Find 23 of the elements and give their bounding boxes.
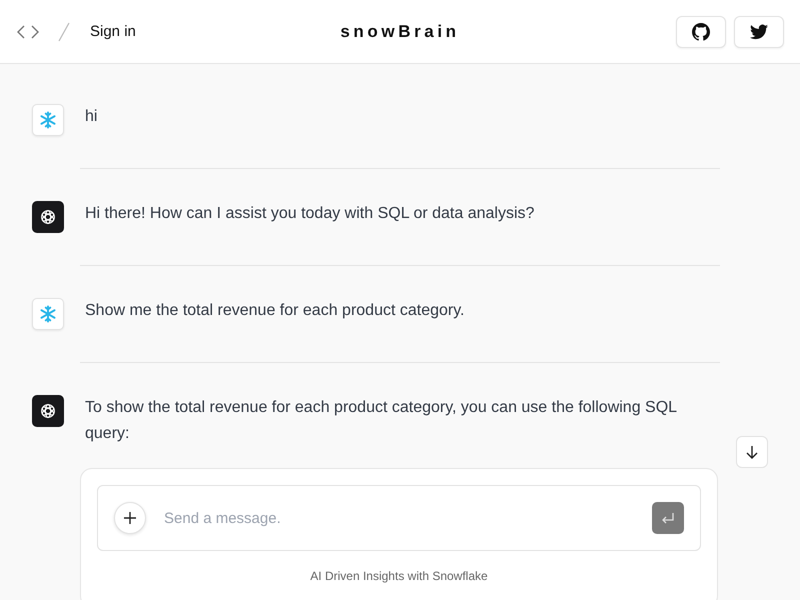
message-text: hi <box>85 107 98 127</box>
assistant-avatar-icon <box>32 201 64 233</box>
github-button[interactable] <box>676 16 726 48</box>
bird-icon <box>750 24 768 40</box>
twitter-button[interactable] <box>734 16 784 48</box>
sign-in-link[interactable]: Sign in <box>90 23 136 40</box>
assistant-avatar-icon <box>32 395 64 427</box>
github-icon <box>692 22 710 40</box>
snowflake-avatar-icon <box>32 298 64 330</box>
message-text: Hi there! How can I assist you today with SQL or data analysis? <box>85 204 536 224</box>
add-button[interactable] <box>114 502 146 534</box>
snowflake-avatar-icon <box>32 104 64 136</box>
message-text: Show me the total revenue for each product category. <box>85 301 466 321</box>
footer-text: AI Driven Insights with Snowflake <box>309 569 489 583</box>
code-icon[interactable] <box>16 22 40 40</box>
send-button[interactable] <box>652 502 684 534</box>
enter-icon <box>661 511 675 525</box>
plus-icon <box>123 511 137 525</box>
message-text: To show the total revenue for each product category, you can use the following SQL query: <box>85 398 678 444</box>
slash-divider <box>58 22 70 42</box>
scroll-down-button[interactable] <box>736 436 768 468</box>
arrow-down-icon <box>745 445 759 459</box>
app-title: snowBrain <box>340 22 460 42</box>
